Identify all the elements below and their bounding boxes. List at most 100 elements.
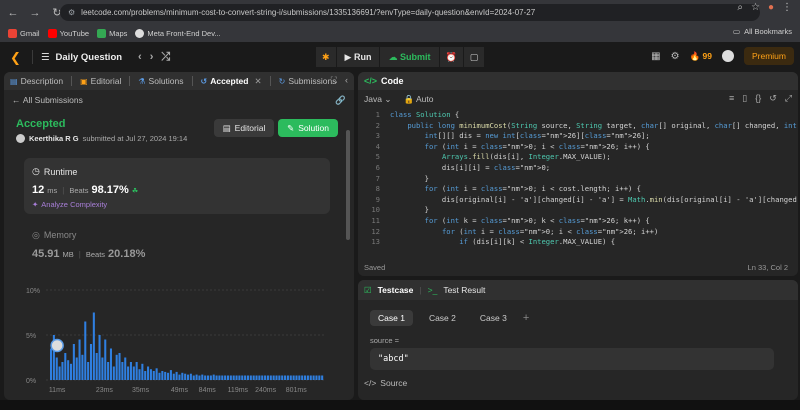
chart-bar [318, 375, 321, 380]
chart-bar [278, 375, 281, 380]
chart-bar [298, 375, 301, 380]
bookmark-youtube[interactable]: YouTube [47, 29, 89, 38]
source-input[interactable]: "abcd" [370, 348, 774, 370]
checkbox-icon: ☑ [364, 284, 372, 295]
x-tick-label: 240ms [255, 387, 277, 394]
code-line[interactable]: for (int i = class="nm">0; i < cost.leng… [390, 184, 641, 195]
zoom-icon[interactable]: ⌕ [737, 2, 743, 13]
settings-gear-icon[interactable]: ⚙ [671, 51, 680, 62]
beats-label: Beats [85, 250, 106, 259]
divider [32, 50, 33, 64]
premium-button[interactable]: Premium [743, 47, 794, 65]
format-icon[interactable]: ≡ [729, 93, 734, 104]
code-line[interactable]: class Solution { [390, 110, 459, 121]
case-3-tab[interactable]: Case 3 [472, 310, 515, 326]
address-bar[interactable]: ⚙ leetcode.com/problems/minimum-cost-to-… [60, 4, 760, 21]
memory-section[interactable]: ◎ Memory [32, 230, 76, 241]
code-line[interactable]: for (int k = class="nm">0; k < class="nm… [390, 216, 650, 227]
prev-next-shuffle-icons[interactable]: ‹›⤮ [138, 51, 178, 64]
language-select[interactable]: Java ⌄ [364, 94, 391, 105]
layout-icon[interactable]: ▦ [651, 51, 660, 62]
code-editor[interactable]: 1 class Solution {2 public long minimumCo… [358, 110, 798, 250]
user-avatar[interactable] [721, 50, 734, 62]
tab-description[interactable]: ▤ Description [10, 76, 63, 86]
solution-button[interactable]: ✎ Solution [278, 119, 338, 137]
chart-bar [269, 375, 272, 380]
add-case-icon[interactable]: + [523, 312, 529, 324]
runtime-card[interactable]: ◷ Runtime 12 ms | Beats 98.17% ☘ ✦ Analyze… [24, 158, 330, 214]
source-section[interactable]: </> Source [364, 378, 407, 388]
case-2-tab[interactable]: Case 2 [421, 310, 464, 326]
submissions-icon: ↻ [278, 76, 286, 86]
analyze-complexity-link[interactable]: ✦ Analyze Complexity [32, 200, 107, 209]
line-number: 1 [375, 110, 380, 119]
tab-accepted[interactable]: ↺ Accepted ✕ [201, 76, 262, 87]
all-submissions-link[interactable]: ← All Submissions 🔗 [4, 90, 354, 110]
code-line[interactable]: int[][] dis = new int[class="nm">26][cla… [390, 131, 650, 142]
left-scrollbar[interactable] [346, 130, 350, 240]
maps-icon [97, 29, 107, 38]
auto-mode[interactable]: 🔒 Auto [403, 94, 433, 105]
submit-button[interactable]: ☁ Submit [380, 47, 439, 67]
code-line[interactable]: if (dis[i][k] < Integer.MAX_VALUE) { [390, 237, 615, 248]
submission-status: Accepted [16, 118, 66, 130]
expand-icon[interactable]: ⤢ [785, 93, 792, 104]
code-line[interactable]: } [390, 205, 429, 216]
close-tab-icon[interactable]: ✕ [254, 76, 261, 87]
tab-submissions[interactable]: ↻ Submissions [279, 76, 337, 86]
tab-solutions[interactable]: ⚗ Solutions [138, 76, 183, 86]
source-label: source = [370, 336, 399, 345]
submitted-time: submitted at Jul 27, 2024 19:14 [82, 134, 188, 143]
editorial-button[interactable]: ▤ Editorial [214, 119, 274, 137]
collapse-panel-icon[interactable]: ‹ [345, 75, 348, 86]
chart-bar [301, 375, 304, 380]
chart-bar [286, 375, 289, 380]
code-line[interactable]: for (int i = class="nm">0; i < class="nm… [390, 227, 658, 238]
browser-chrome: ← → ↻ ⚙ leetcode.com/problems/minimum-co… [0, 0, 800, 42]
menu-dots-icon[interactable]: ⋮ [782, 2, 792, 13]
list-icon[interactable]: ☰ [41, 52, 50, 63]
all-bookmarks[interactable]: ▭ All Bookmarks [733, 27, 792, 36]
reset-icon[interactable]: ↺ [769, 93, 777, 104]
chart-bar [144, 371, 147, 380]
tab-editorial[interactable]: ▣ Editorial [80, 76, 121, 86]
bookmark-meta[interactable]: Meta Front-End Dev... [135, 29, 221, 38]
site-info-icon[interactable]: ⚙ [68, 8, 75, 17]
bookmark-icon[interactable]: ▯ [742, 93, 747, 104]
streak-counter[interactable]: 🔥 99 [690, 51, 712, 62]
bookmark-star-icon[interactable]: ☆ [751, 2, 760, 13]
bookmarks-bar: Gmail YouTube Maps Meta Front-End Dev...… [0, 25, 800, 42]
daily-question-title[interactable]: Daily Question [56, 52, 123, 63]
author-name[interactable]: Keerthika R G [29, 134, 79, 143]
back-arrow-icon[interactable]: ← [4, 4, 22, 22]
bookmark-maps[interactable]: Maps [97, 29, 127, 38]
code-line[interactable]: dis[original[i] - 'a'][changed[i] - 'a']… [390, 195, 798, 206]
code-line[interactable]: for (int i = class="nm">0; i < class="nm… [390, 142, 650, 153]
chart-bar [289, 375, 292, 380]
code-line[interactable]: Arrays.fill(dis[i], Integer.MAX_VALUE); [390, 152, 611, 163]
code-line[interactable]: public long minimumCost(String source, S… [390, 121, 798, 132]
tab-test-result[interactable]: Test Result [443, 285, 485, 295]
code-line[interactable]: } [390, 174, 429, 185]
x-tick-label: 84ms [199, 387, 217, 394]
braces-icon[interactable]: {} [755, 93, 761, 104]
url-text: leetcode.com/problems/minimum-cost-to-co… [81, 8, 536, 17]
sparkle-icon: ✦ [32, 200, 39, 209]
notes-icon[interactable]: ▢ [463, 47, 485, 67]
tab-testcase[interactable]: Testcase [378, 285, 414, 295]
bookmark-gmail[interactable]: Gmail [8, 29, 40, 38]
leetcode-logo-icon[interactable]: ❮ [10, 50, 24, 65]
run-button[interactable]: ▶ Run [336, 47, 380, 67]
timer-icon[interactable]: ⏰ [439, 47, 463, 67]
runtime-distribution-chart[interactable]: 10% 5% 0% 11ms 23ms 35ms 49ms 84ms 119ms 240ms 801… [24, 282, 330, 398]
share-link-icon[interactable]: 🔗 [335, 95, 346, 106]
code-line[interactable]: dis[i][i] = class="nm">0; [390, 163, 550, 174]
maximize-icon[interactable]: ⛶ [331, 75, 337, 86]
chart-bar [155, 368, 158, 380]
profile-icon[interactable]: ● [768, 2, 774, 13]
forward-arrow-icon[interactable]: → [26, 4, 44, 22]
case-1-tab[interactable]: Case 1 [370, 310, 413, 326]
debug-icon[interactable]: ✱ [316, 47, 336, 67]
chart-bar [107, 362, 110, 380]
chart-bar [198, 375, 201, 380]
